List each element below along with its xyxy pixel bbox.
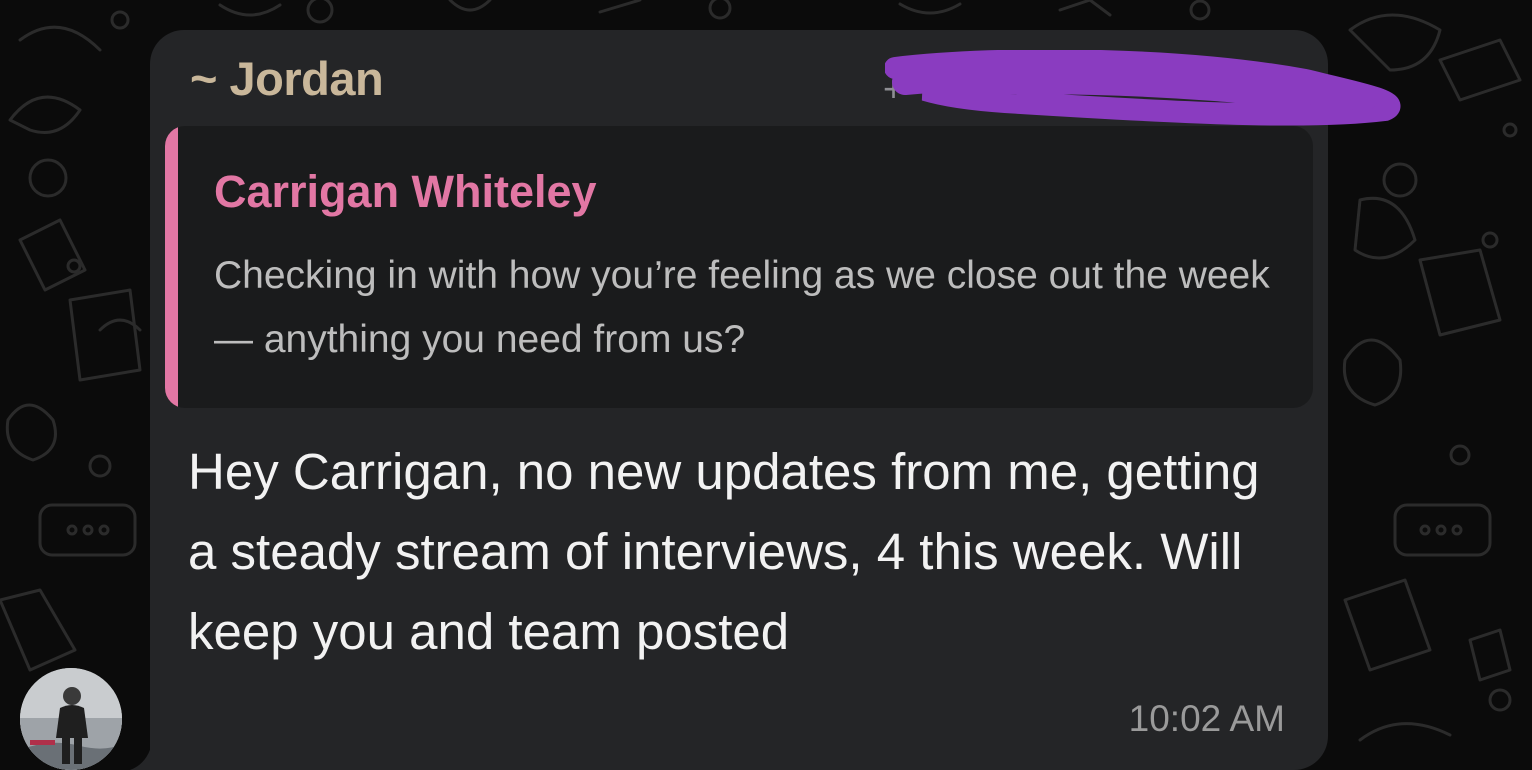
sender-name[interactable]: ~ Jordan (190, 51, 384, 106)
redaction-scribble (885, 50, 1401, 126)
message-text: Hey Carrigan, no new updates from me, ge… (188, 443, 1260, 660)
message-bubble[interactable]: ~ Jordan + Carrigan Whiteley Checking in… (150, 30, 1401, 770)
quote-author: Carrigan Whiteley (214, 166, 597, 217)
quote-accent-bar (165, 126, 178, 408)
person-photo-avatar-icon (20, 668, 122, 770)
sender-header: ~ Jordan (190, 48, 384, 108)
message-timestamp: 10:02 AM (1128, 698, 1285, 739)
quote-text: Checking in with how you’re feeling as w… (214, 254, 1270, 361)
quoted-message[interactable]: Carrigan Whiteley Checking in with how y… (165, 126, 1313, 408)
sender-avatar[interactable] (20, 668, 122, 770)
